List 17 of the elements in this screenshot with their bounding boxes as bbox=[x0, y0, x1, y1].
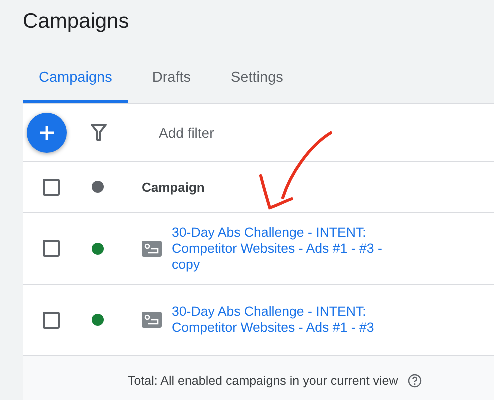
campaign-type-icon bbox=[142, 240, 162, 256]
status-dot bbox=[92, 181, 104, 193]
add-button[interactable] bbox=[27, 112, 67, 152]
campaign-link[interactable]: 30-Day Abs Challenge - INTENT: Competitor Websites - Ads #1 - #3 bbox=[172, 304, 404, 336]
page-title: Campaigns bbox=[22, 9, 130, 35]
campaign-type-icon bbox=[142, 312, 162, 328]
tab[interactable]: Settings bbox=[215, 56, 300, 103]
select-all-checkbox[interactable] bbox=[43, 178, 60, 196]
add-filter-button[interactable]: Add filter bbox=[159, 124, 214, 140]
column-header[interactable]: Campaign bbox=[142, 180, 205, 194]
help-icon[interactable] bbox=[408, 374, 422, 388]
tab[interactable]: Drafts bbox=[136, 56, 208, 103]
row-checkbox[interactable] bbox=[43, 240, 60, 257]
campaign-link[interactable]: 30-Day Abs Challenge - INTENT: Competitor Websites - Ads #1 - #3 - copy bbox=[172, 224, 404, 272]
row-checkbox[interactable] bbox=[43, 312, 60, 328]
total-label: Total: All enabled campaigns in your current view bbox=[128, 374, 398, 388]
filter-icon[interactable] bbox=[91, 124, 107, 142]
